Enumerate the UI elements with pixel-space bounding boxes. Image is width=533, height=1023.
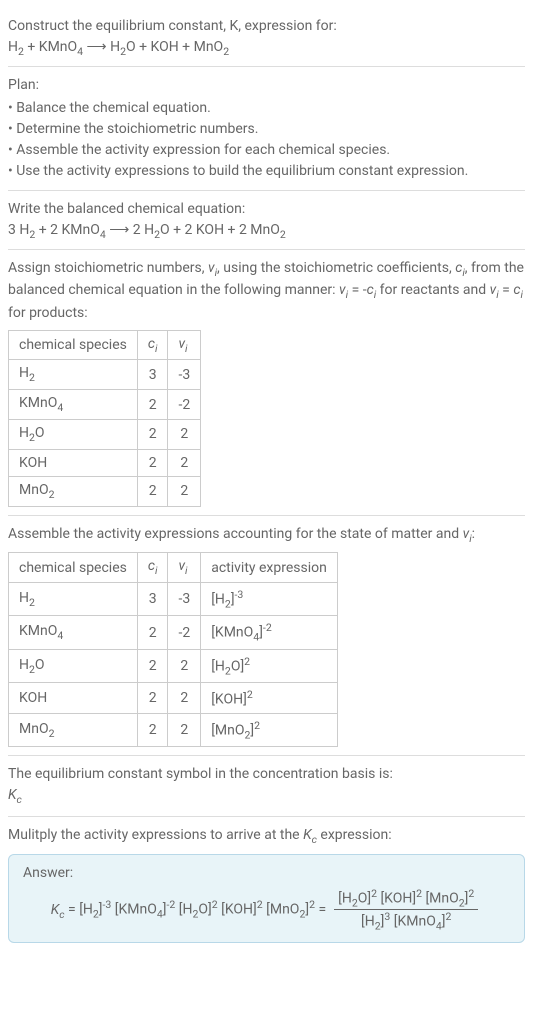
plan-section: Plan: Balance the chemical equation. Det… [8, 67, 525, 191]
symbol-line2: Kc [8, 785, 525, 808]
cell-c: 2 [137, 714, 168, 747]
cell-species: KOH [9, 449, 138, 476]
stoich-text: Assign stoichiometric numbers, νi, using… [8, 258, 525, 324]
plan-heading: Plan: [8, 75, 525, 96]
multiply-section: Mulitply the activity expressions to arr… [8, 817, 525, 951]
activity-section: Assemble the activity expressions accoun… [8, 516, 525, 757]
cell-c: 2 [137, 616, 168, 649]
balanced-equation: 3 H2 + 2 KMnO4 ⟶ 2 H2O + 2 KOH + 2 MnO2 [8, 222, 525, 241]
cell-species: KOH [9, 683, 138, 714]
cell-c: 3 [137, 583, 168, 616]
cell-species: MnO2 [9, 476, 138, 506]
col-vi: νi [168, 553, 201, 583]
plan-list: Balance the chemical equation. Determine… [8, 98, 525, 182]
multiply-text: Mulitply the activity expressions to arr… [8, 825, 525, 848]
col-species: chemical species [9, 553, 138, 583]
answer-label: Answer: [23, 865, 510, 881]
table-row: KOH22 [9, 449, 201, 476]
plan-item: Determine the stoichiometric numbers. [8, 119, 525, 140]
answer-fraction: [H2O]2 [KOH]2 [MnO2]2 [H2]3 [KMnO4]2 [334, 887, 478, 933]
intro-text: Construct the equilibrium constant, K, e… [8, 18, 337, 34]
table-header-row: chemical species ci νi [9, 330, 201, 360]
table-row: H23-3 [9, 360, 201, 390]
cell-v: 2 [168, 449, 201, 476]
cell-expr: [KMnO4]-2 [201, 616, 338, 649]
cell-expr: [H2]-3 [201, 583, 338, 616]
activity-table: chemical species ci νi activity expressi… [8, 552, 338, 747]
cell-v: -3 [168, 360, 201, 390]
intro-section: Construct the equilibrium constant, K, e… [8, 8, 525, 67]
table-row: H2O22[H2O]2 [9, 649, 338, 682]
table-row: MnO222[MnO2]2 [9, 714, 338, 747]
stoich-section: Assign stoichiometric numbers, νi, using… [8, 250, 525, 516]
balanced-section: Write the balanced chemical equation: 3 … [8, 191, 525, 250]
answer-numerator: [H2O]2 [KOH]2 [MnO2]2 [334, 887, 478, 910]
table-row: H2O22 [9, 420, 201, 450]
intro-equation: H2 + KMnO4 ⟶ H2O + KOH + MnO2 [8, 39, 525, 58]
table-row: H23-3[H2]-3 [9, 583, 338, 616]
answer-denominator: [H2]3 [KMnO4]2 [357, 910, 455, 932]
cell-species: H2 [9, 360, 138, 390]
cell-c: 2 [137, 476, 168, 506]
plan-item: Balance the chemical equation. [8, 98, 525, 119]
answer-box: Answer: Kc = [H2]-3 [KMnO4]-2 [H2O]2 [KO… [8, 854, 525, 944]
cell-expr: [H2O]2 [201, 649, 338, 682]
intro-line: Construct the equilibrium constant, K, e… [8, 16, 525, 37]
cell-v: -3 [168, 583, 201, 616]
symbol-line1: The equilibrium constant symbol in the c… [8, 764, 525, 785]
cell-c: 2 [137, 649, 168, 682]
table-row: KMnO42-2[KMnO4]-2 [9, 616, 338, 649]
cell-v: 2 [168, 649, 201, 682]
cell-c: 3 [137, 360, 168, 390]
symbol-section: The equilibrium constant symbol in the c… [8, 756, 525, 817]
cell-species: KMnO4 [9, 616, 138, 649]
cell-species: KMnO4 [9, 390, 138, 420]
col-species: chemical species [9, 330, 138, 360]
col-ci: ci [137, 553, 168, 583]
cell-v: 2 [168, 476, 201, 506]
cell-c: 2 [137, 683, 168, 714]
cell-species: H2O [9, 420, 138, 450]
cell-expr: [KOH]2 [201, 683, 338, 714]
cell-v: 2 [168, 420, 201, 450]
col-ci: ci [137, 330, 168, 360]
cell-c: 2 [137, 449, 168, 476]
cell-v: -2 [168, 390, 201, 420]
col-expr: activity expression [201, 553, 338, 583]
activity-text: Assemble the activity expressions accoun… [8, 524, 525, 547]
cell-c: 2 [137, 420, 168, 450]
cell-v: -2 [168, 616, 201, 649]
cell-v: 2 [168, 683, 201, 714]
answer-lhs: Kc = [H2]-3 [KMnO4]-2 [H2O]2 [KOH]2 [MnO… [51, 898, 326, 920]
cell-expr: [MnO2]2 [201, 714, 338, 747]
stoich-table: chemical species ci νi H23-3 KMnO42-2 H2… [8, 330, 201, 507]
cell-species: H2O [9, 649, 138, 682]
balanced-heading: Write the balanced chemical equation: [8, 199, 525, 220]
cell-species: MnO2 [9, 714, 138, 747]
table-row: MnO222 [9, 476, 201, 506]
table-row: KOH22[KOH]2 [9, 683, 338, 714]
cell-species: H2 [9, 583, 138, 616]
table-row: KMnO42-2 [9, 390, 201, 420]
table-header-row: chemical species ci νi activity expressi… [9, 553, 338, 583]
col-vi: νi [168, 330, 201, 360]
plan-item: Assemble the activity expression for eac… [8, 140, 525, 161]
cell-c: 2 [137, 390, 168, 420]
answer-equation: Kc = [H2]-3 [KMnO4]-2 [H2O]2 [KOH]2 [MnO… [23, 887, 510, 933]
cell-v: 2 [168, 714, 201, 747]
plan-item: Use the activity expressions to build th… [8, 161, 525, 182]
